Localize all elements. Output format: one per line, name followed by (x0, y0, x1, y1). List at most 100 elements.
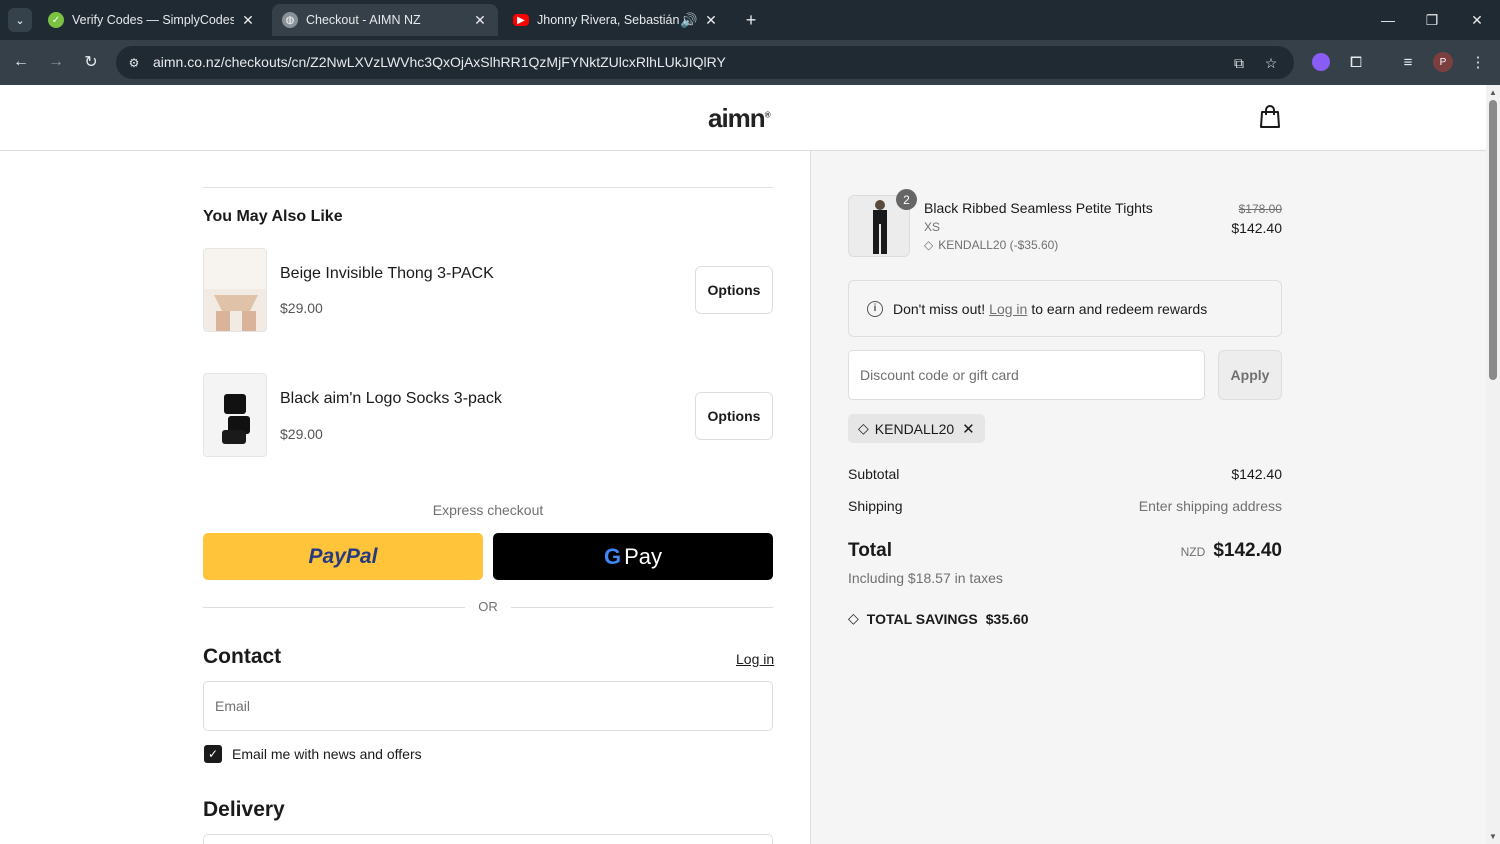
discount-placeholder: Discount code or gift card (860, 367, 1019, 383)
globe-favicon-icon: ◍ (282, 12, 298, 28)
close-window-icon[interactable]: ✕ (1463, 6, 1491, 34)
url-text[interactable]: aimn.co.nz/checkouts/cn/Z2NwLXVzLWVhc3Qx… (153, 54, 726, 70)
contact-heading: Contact (203, 645, 282, 668)
restore-icon[interactable]: ❐ (1418, 6, 1446, 34)
divider (203, 607, 465, 608)
checkout-page: aimn® You May Also Like Beige Invisible … (0, 85, 1486, 844)
email-placeholder: Email (215, 698, 251, 714)
rewards-notice: i Don't miss out! Log in to earn and red… (848, 280, 1282, 337)
savings-value: $35.60 (985, 610, 1029, 627)
reload-icon[interactable]: ↻ (79, 50, 103, 74)
upsell-product-image (203, 248, 267, 332)
total-value: NZD $142.40 (1181, 540, 1282, 562)
scroll-up-icon[interactable]: ▲ (1488, 87, 1498, 97)
discount-code-input[interactable]: Discount code or gift card (848, 350, 1205, 400)
translate-icon[interactable]: ⧉ (1229, 53, 1249, 73)
browser-menu-icon[interactable]: ⋮ (1467, 51, 1489, 73)
divider (203, 187, 773, 188)
close-tab-icon[interactable]: ✕ (703, 12, 719, 28)
tab-youtube[interactable]: ▶ Jhonny Rivera, Sebastián Ay 🔊 ✕ (503, 4, 729, 36)
notice-suffix: to earn and redeem rewards (1031, 300, 1208, 317)
tag-icon: ◇ (858, 420, 869, 436)
upsell-item-name[interactable]: Black aim'n Logo Socks 3-pack (280, 390, 502, 408)
divider (511, 607, 773, 608)
paypal-logo: PayPal (308, 544, 378, 568)
forward-icon[interactable]: → (44, 50, 68, 74)
express-checkout-label: Express checkout (432, 502, 544, 518)
media-controls-icon[interactable]: ≡ (1397, 51, 1419, 73)
total-savings: ◇ TOTAL SAVINGS $35.60 (848, 610, 1029, 627)
tag-icon: ◇ (848, 610, 859, 626)
info-icon: i (867, 300, 883, 317)
currency-code: NZD (1180, 545, 1206, 559)
tab-title: Jhonny Rivera, Sebastián Ay (537, 13, 679, 27)
delivery-country-field[interactable] (203, 834, 773, 844)
options-button[interactable]: Options (695, 392, 773, 440)
back-icon[interactable]: ← (9, 50, 33, 74)
extensions-puzzle-icon[interactable]: ⧠ (1345, 51, 1367, 73)
apply-discount-button[interactable]: Apply (1218, 350, 1282, 400)
upsell-item-price: $29.00 (280, 426, 323, 442)
total-label: Total (848, 540, 892, 561)
upsell-product-image (203, 373, 267, 457)
close-tab-icon[interactable]: ✕ (472, 12, 488, 28)
subtotal-label: Subtotal (848, 466, 900, 482)
rewards-login-link[interactable]: Log in (989, 301, 1027, 317)
checkout-main: You May Also Like Beige Invisible Thong … (0, 151, 810, 844)
notice-prefix: Don't miss out! (893, 300, 986, 317)
email-field[interactable]: Email (203, 681, 773, 731)
applied-discount-chip: ◇ KENDALL20 ✕ (848, 414, 985, 443)
taxes-note: Including $18.57 in taxes (848, 570, 1003, 586)
tab-simplycodes[interactable]: ✓ Verify Codes — SimplyCodes ✕ (38, 4, 266, 36)
applied-discount-code: KENDALL20 (874, 420, 955, 437)
remove-discount-icon[interactable]: ✕ (962, 420, 975, 438)
close-tab-icon[interactable]: ✕ (240, 12, 256, 28)
new-tab-button[interactable]: + (741, 8, 761, 32)
options-button[interactable]: Options (695, 266, 773, 314)
shipping-value: Enter shipping address (1138, 498, 1282, 514)
subtotal-value: $142.40 (1231, 466, 1282, 482)
simplycodes-favicon-icon: ✓ (48, 12, 64, 28)
extension-purple-icon[interactable] (1310, 51, 1332, 73)
scrollbar-thumb[interactable] (1489, 100, 1497, 380)
contact-login-link[interactable]: Log in (736, 651, 774, 667)
tab-search-button[interactable]: ⌄ (8, 8, 32, 32)
upsell-title: You May Also Like (203, 208, 343, 225)
google-g-icon: G (603, 543, 622, 569)
tag-icon: ◇ (924, 238, 934, 252)
savings-label: TOTAL SAVINGS (866, 610, 978, 627)
total-amount: $142.40 (1213, 540, 1282, 561)
product-variant: XS (924, 220, 941, 234)
paypal-button[interactable]: PayPal (203, 533, 483, 580)
tab-title: Verify Codes — SimplyCodes (72, 13, 234, 27)
address-bar[interactable]: ⚙ aimn.co.nz/checkouts/cn/Z2NwLXVzLWVhc3… (116, 46, 1294, 79)
page-scrollbar[interactable]: ▲ ▼ (1486, 85, 1500, 844)
browser-toolbar: ← → ↻ ⚙ aimn.co.nz/checkouts/cn/Z2NwLXVz… (0, 40, 1500, 85)
bookmark-star-icon[interactable]: ☆ (1261, 53, 1281, 73)
aimn-logo[interactable]: aimn® (708, 103, 771, 134)
product-price: $142.40 (1231, 220, 1282, 236)
minimize-icon[interactable]: — (1374, 6, 1402, 34)
or-separator: OR (478, 599, 498, 614)
shopping-bag-icon[interactable] (1259, 105, 1281, 129)
tab-title: Checkout - AIMN NZ (306, 13, 421, 27)
scroll-down-icon[interactable]: ▼ (1488, 831, 1498, 841)
newsletter-label[interactable]: Email me with news and offers (232, 746, 422, 762)
product-original-price: $178.00 (1238, 202, 1282, 216)
gpay-label: Pay (624, 543, 663, 569)
speaker-icon[interactable]: 🔊 (680, 12, 697, 28)
profile-avatar[interactable]: P (1432, 51, 1454, 73)
newsletter-checkbox[interactable]: ✓ (204, 745, 222, 763)
youtube-favicon-icon: ▶ (513, 14, 529, 26)
google-pay-button[interactable]: G Pay (493, 533, 773, 580)
delivery-heading: Delivery (203, 798, 285, 821)
tab-checkout[interactable]: ◍ Checkout - AIMN NZ ✕ (272, 4, 498, 36)
quantity-badge: 2 (896, 189, 917, 210)
product-name: Black Ribbed Seamless Petite Tights (924, 200, 1153, 216)
product-discount: ◇ KENDALL20 (-$35.60) (924, 238, 1058, 252)
product-discount-text: KENDALL20 (-$35.60) (938, 238, 1059, 252)
shipping-label: Shipping (848, 498, 903, 514)
checkout-header: aimn® (0, 85, 1486, 151)
site-info-icon[interactable]: ⚙ (124, 53, 144, 73)
upsell-item-name[interactable]: Beige Invisible Thong 3-PACK (280, 265, 494, 283)
